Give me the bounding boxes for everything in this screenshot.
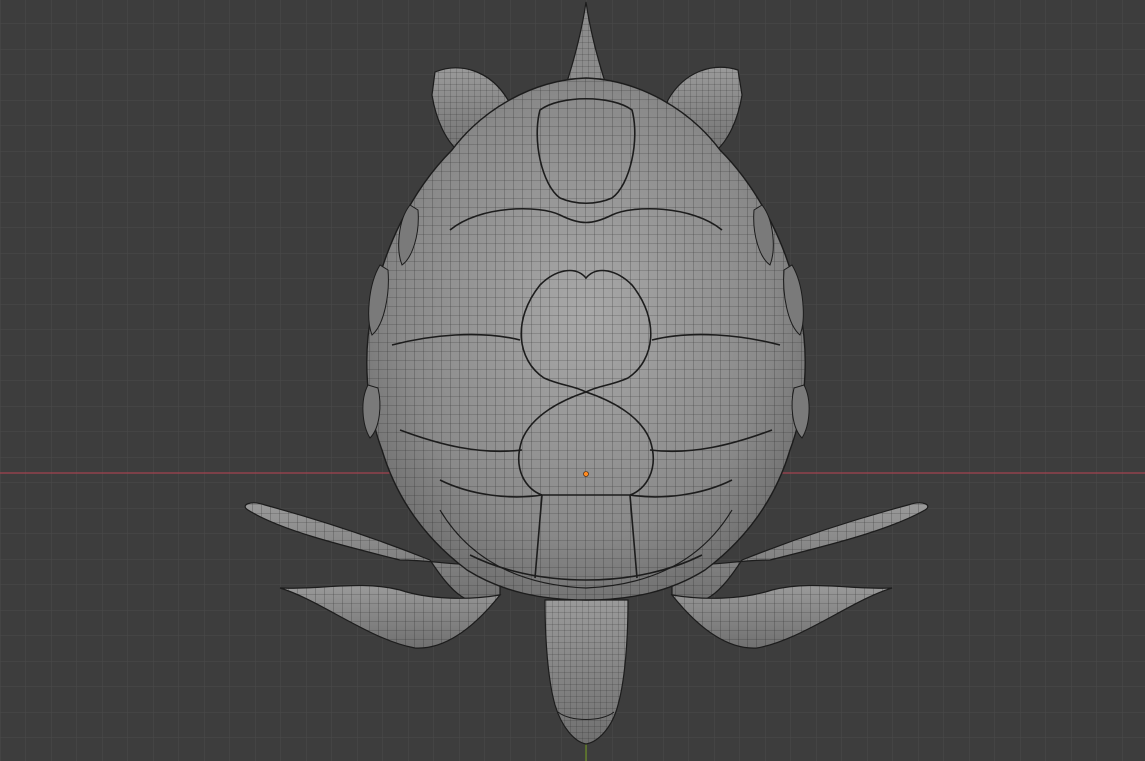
object-origin[interactable] bbox=[583, 471, 589, 477]
3d-viewport[interactable] bbox=[0, 0, 1145, 761]
viewport-canvas[interactable] bbox=[0, 0, 1145, 761]
